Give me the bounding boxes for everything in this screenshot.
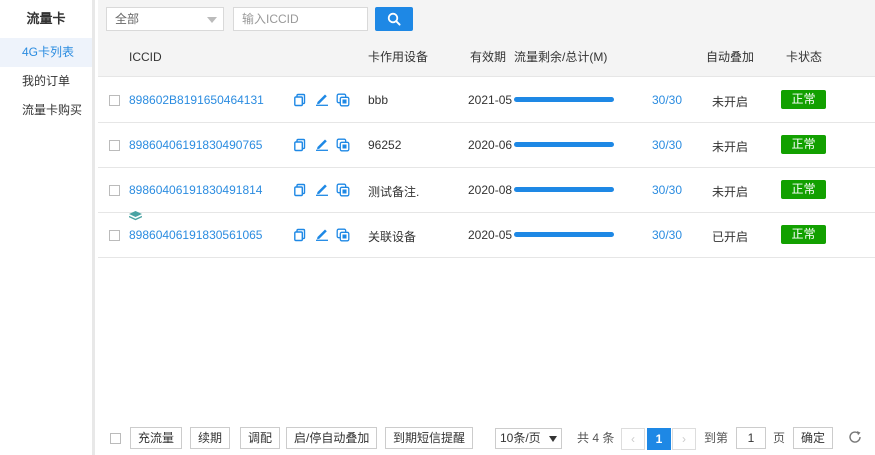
app-root: 流量卡 4G卡列表 我的订单 流量卡购买 全部 ICCID 卡作用设备 有效期 … [0,0,875,455]
total-count: 共 4 条 [577,431,615,445]
traffic-progress-bar [514,232,614,237]
goto-suffix: 页 [773,431,786,445]
edit-icon[interactable] [315,92,329,106]
traffic-ratio: 30/30 [652,183,683,197]
auto-stack-state: 未开启 [712,140,749,154]
header-device: 卡作用设备 [368,50,429,64]
table-header: ICCID 卡作用设备 有效期 流量剩余/总计(M) 自动叠加 卡状态 [98,38,875,77]
chevron-left-icon: ‹ [631,432,635,446]
filter-select[interactable]: 全部 [106,7,224,31]
next-page-button[interactable]: › [672,428,696,450]
chevron-right-icon: › [682,432,686,446]
header-traffic: 流量剩余/总计(M) [514,50,608,64]
device-name: bbb [368,93,389,107]
sidebar-title: 流量卡 [26,11,66,26]
iccid-link[interactable]: 89860406191830561065 [129,228,262,242]
clone-icon[interactable] [336,228,350,242]
iccid-link[interactable]: 898602B8191650464131 [129,93,264,107]
row-checkbox[interactable] [109,140,120,151]
search-icon [387,12,401,26]
traffic-progress-bar [514,187,614,192]
header-iccid: ICCID [129,50,162,64]
status-badge: 正常 [781,90,826,109]
traffic-progress-bar [514,97,614,102]
row-checkbox[interactable] [109,185,120,196]
copy-icon[interactable] [293,228,307,242]
iccid-search-input[interactable] [233,7,368,31]
page-number-button[interactable]: 1 [647,428,671,450]
edit-icon[interactable] [315,137,329,151]
traffic-ratio: 30/30 [652,228,683,242]
copy-icon[interactable] [293,183,307,197]
allocate-button[interactable]: 调配 [240,427,281,449]
clone-icon[interactable] [336,138,350,152]
main-panel: 全部 ICCID 卡作用设备 有效期 流量剩余/总计(M) 自动叠加 卡状态 8… [98,0,875,455]
table-row: 89860406191830491814 测试备注. 2020-08 30/30… [98,168,875,213]
filter-select-value: 全部 [115,12,140,26]
header-card-status: 卡状态 [786,50,823,64]
traffic-bar-track [514,142,614,147]
traffic-ratio: 30/30 [652,138,683,152]
stack-icon [128,211,143,222]
expiry-date: 2020-05 [468,228,513,242]
expiry-date: 2021-05 [468,93,513,107]
sidebar-item-my-orders[interactable]: 我的订单 [0,67,92,96]
status-badge: 正常 [781,135,826,154]
footer-bar: 充流量 续期 调配 启/停自动叠加 到期短信提醒 10条/页 共 4 条 ‹ 1… [98,423,875,455]
toolbar: 全部 [98,0,875,38]
table-row: 898602B8191650464131 bbb 2021-05 30/30 未… [98,78,875,123]
device-name: 测试备注. [368,185,420,199]
iccid-link[interactable]: 89860406191830491814 [129,183,262,197]
recharge-button[interactable]: 充流量 [130,427,183,449]
device-name: 96252 [368,138,402,152]
auto-stack-state: 已开启 [712,230,749,244]
header-auto-stack: 自动叠加 [706,50,755,64]
row-checkbox[interactable] [109,230,120,241]
copy-icon[interactable] [293,93,307,107]
copy-icon[interactable] [293,138,307,152]
chevron-down-icon [207,17,217,23]
auto-stack-state: 未开启 [712,185,749,199]
status-badge: 正常 [781,180,826,199]
renew-button[interactable]: 续期 [190,427,231,449]
header-expiry: 有效期 [470,50,507,64]
confirm-button[interactable]: 确定 [793,427,834,449]
goto-page-input[interactable]: 1 [736,427,766,449]
expiry-date: 2020-08 [468,183,513,197]
auto-stack-state: 未开启 [712,95,749,109]
sidebar-item-buy-card[interactable]: 流量卡购买 [0,96,92,125]
refresh-icon[interactable] [847,429,863,445]
row-checkbox[interactable] [109,95,120,106]
select-all-checkbox[interactable] [110,433,121,444]
traffic-ratio: 30/30 [652,93,683,107]
page-size-select[interactable]: 10条/页 [495,428,562,449]
expiry-sms-reminder-button[interactable]: 到期短信提醒 [385,427,474,449]
status-badge: 正常 [781,225,826,244]
expiry-date: 2020-06 [468,138,513,152]
edit-icon[interactable] [315,182,329,196]
prev-page-button[interactable]: ‹ [621,428,645,450]
clone-icon[interactable] [336,183,350,197]
traffic-bar-track [514,97,614,102]
edit-icon[interactable] [315,227,329,241]
caret-down-icon [549,436,557,442]
traffic-bar-track [514,232,614,237]
traffic-progress-bar [514,142,614,147]
sidebar-item-4g-card-list[interactable]: 4G卡列表 [0,38,92,67]
table-row: 89860406191830490765 96252 2020-06 30/30… [98,123,875,168]
iccid-link[interactable]: 89860406191830490765 [129,138,262,152]
toggle-auto-stack-button[interactable]: 启/停自动叠加 [286,427,378,449]
goto-prefix: 到第 [704,431,729,445]
sidebar: 流量卡 4G卡列表 我的订单 流量卡购买 [0,0,95,455]
search-button[interactable] [375,7,413,31]
table-row: 89860406191830561065 关联设备 2020-05 30/30 … [98,211,875,258]
traffic-bar-track [514,187,614,192]
clone-icon[interactable] [336,93,350,107]
device-name: 关联设备 [368,230,417,244]
page-size-value: 10条/页 [500,431,541,445]
